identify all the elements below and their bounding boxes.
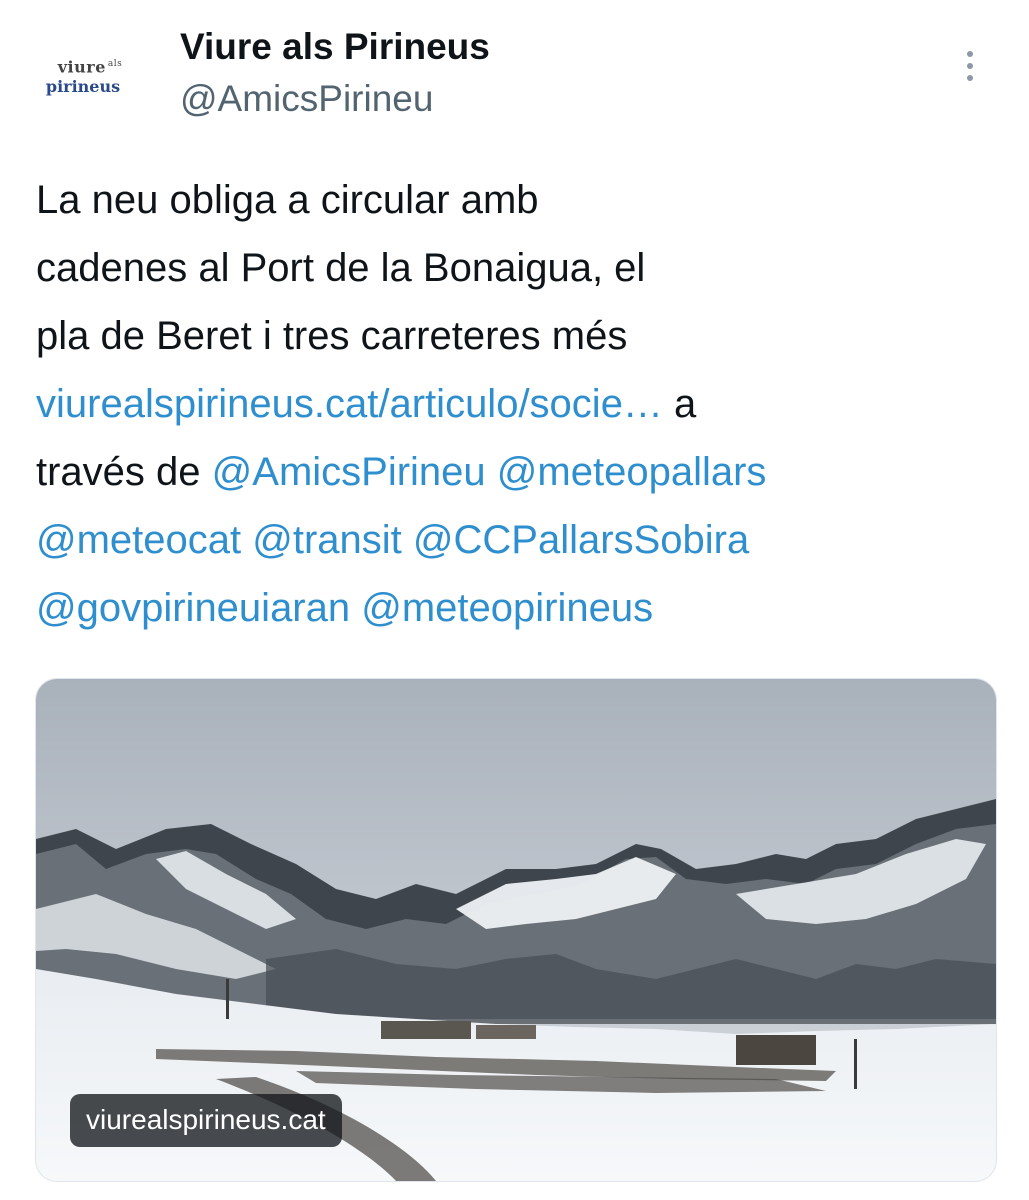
article-link[interactable]: viurealspirineus.cat/articulo/socie… <box>36 382 663 426</box>
tweet: viure als pirineus Viure als Pirineus @Am… <box>0 0 1029 1200</box>
card-domain-label: viurealspirineus.cat <box>70 1094 342 1147</box>
link-preview-card[interactable]: viurealspirineus.cat <box>35 678 997 1182</box>
tweet-text: La neu obliga a circular amb cadenes al … <box>36 166 1006 642</box>
avatar-logo-line1: viure als <box>57 57 123 77</box>
mention-link[interactable]: @AmicsPirineu <box>212 450 486 494</box>
mention-link[interactable]: @govpirineuiaran <box>36 586 350 630</box>
mention-link[interactable]: @meteopirineus <box>361 586 653 630</box>
avatar[interactable]: viure als pirineus <box>34 34 146 118</box>
tweet-text-line: @govpirineuiaran @meteopirineus <box>36 574 1006 642</box>
author-handle[interactable]: @AmicsPirineu <box>180 78 433 120</box>
tweet-text-line: cadenes al Port de la Bonaigua, el <box>36 246 646 290</box>
tweet-text-line: pla de Beret i tres carreteres més <box>36 314 628 358</box>
tweet-text-line: @meteocat @transit @CCPallarsSobira <box>36 506 1006 574</box>
mention-link[interactable]: @CCPallarsSobira <box>413 518 749 562</box>
tweet-text-line: viurealspirineus.cat/articulo/socie… a <box>36 382 697 426</box>
more-options-button[interactable] <box>950 42 990 90</box>
more-vertical-icon <box>967 51 973 81</box>
tweet-text-line: La neu obliga a circular amb <box>36 178 539 222</box>
mention-link[interactable]: @transit <box>252 518 402 562</box>
mention-link[interactable]: @meteocat <box>36 518 241 562</box>
tweet-text-line: través de @AmicsPirineu @meteopallars <box>36 450 767 494</box>
author-display-name[interactable]: Viure als Pirineus <box>180 26 490 68</box>
avatar-logo-line2: pirineus <box>45 76 121 96</box>
mention-link[interactable]: @meteopallars <box>497 450 767 494</box>
